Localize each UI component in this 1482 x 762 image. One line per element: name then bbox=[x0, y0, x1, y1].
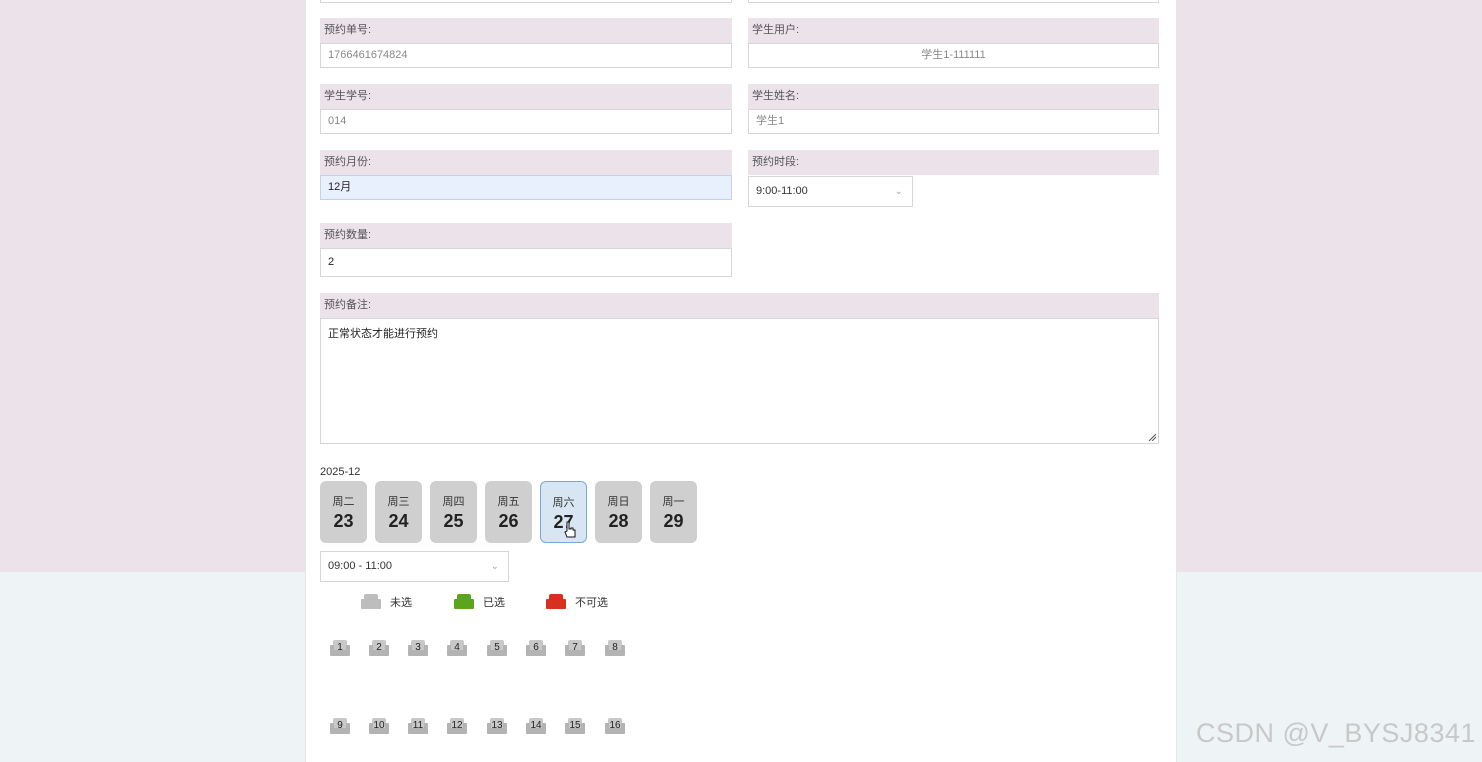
seat[interactable]: 1 bbox=[329, 639, 351, 659]
day-card[interactable]: 周五 26 bbox=[485, 481, 532, 543]
day-number: 29 bbox=[663, 511, 684, 531]
seat-number: 12 bbox=[451, 720, 463, 731]
day-number: 26 bbox=[498, 511, 519, 531]
time-slot-value: 09:00 - 11:00 bbox=[328, 560, 393, 572]
student-user-label: 学生用户: bbox=[748, 18, 1159, 43]
seat-number: 14 bbox=[530, 720, 542, 731]
day-number: 24 bbox=[388, 511, 409, 531]
day-weekday: 周六 bbox=[552, 497, 575, 509]
period-field: 预约时段: bbox=[748, 150, 1159, 175]
period-select[interactable]: 9:00-11:00 ⌄ bbox=[748, 176, 913, 207]
seat-number: 4 bbox=[454, 642, 460, 653]
seat[interactable]: 13 bbox=[486, 717, 508, 737]
day-card[interactable]: 周三 24 bbox=[375, 481, 422, 543]
day-weekday: 周一 bbox=[662, 496, 685, 508]
seat-unselected-icon bbox=[361, 594, 381, 609]
quantity-input[interactable]: 2 bbox=[320, 248, 732, 277]
order-no-field: 预约单号: 1766461674824 bbox=[320, 18, 732, 68]
quantity-field: 预约数量: 2 bbox=[320, 223, 732, 277]
day-card[interactable]: 周二 23 bbox=[320, 481, 367, 543]
seat[interactable]: 16 bbox=[604, 717, 626, 737]
seat[interactable]: 2 bbox=[368, 639, 390, 659]
day-weekday: 周五 bbox=[497, 496, 520, 508]
remark-label: 预约备注: bbox=[320, 293, 1159, 318]
legend-unselected-label: 未选 bbox=[390, 597, 412, 609]
day-weekday: 周三 bbox=[387, 496, 410, 508]
period-select-value: 9:00-11:00 bbox=[756, 185, 808, 197]
day-card[interactable]: 周日 28 bbox=[595, 481, 642, 543]
student-user-input[interactable]: 学生1-111111 bbox=[748, 43, 1159, 68]
chevron-down-icon: ⌄ bbox=[490, 561, 499, 572]
student-id-label: 学生学号: bbox=[320, 84, 732, 109]
month-input[interactable]: 12月 bbox=[320, 175, 732, 200]
remark-textarea[interactable]: 正常状态才能进行预约 bbox=[320, 318, 1159, 444]
seat[interactable]: 11 bbox=[407, 717, 429, 737]
seat[interactable]: 5 bbox=[486, 639, 508, 659]
day-weekday: 周四 bbox=[442, 496, 465, 508]
resize-grip-icon[interactable] bbox=[1148, 433, 1156, 441]
seat[interactable]: 3 bbox=[407, 639, 429, 659]
month-label: 预约月份: bbox=[320, 150, 732, 175]
month-field: 预约月份: 12月 bbox=[320, 150, 732, 200]
seat[interactable]: 4 bbox=[446, 639, 468, 659]
seat-number: 3 bbox=[415, 642, 421, 653]
watermark: CSDN @V_BYSJ8341 bbox=[1195, 718, 1476, 748]
seat[interactable]: 7 bbox=[564, 639, 586, 659]
seat-number: 15 bbox=[569, 720, 581, 731]
student-name-field: 学生姓名: 学生1 bbox=[748, 84, 1159, 134]
seat[interactable]: 8 bbox=[604, 639, 626, 659]
legend-unavailable: 不可选 bbox=[545, 592, 608, 612]
legend-selected: 已选 bbox=[453, 592, 505, 612]
seat-number: 11 bbox=[412, 720, 424, 731]
seat-number: 8 bbox=[612, 642, 618, 653]
quantity-label: 预约数量: bbox=[320, 223, 732, 248]
seat-number: 13 bbox=[491, 720, 503, 731]
seat[interactable]: 14 bbox=[525, 717, 547, 737]
seat-number: 2 bbox=[376, 642, 382, 653]
legend-unselected: 未选 bbox=[360, 592, 412, 612]
legend-unavailable-label: 不可选 bbox=[575, 597, 608, 609]
day-number: 28 bbox=[608, 511, 629, 531]
seat-number: 1 bbox=[337, 642, 343, 653]
order-no-input[interactable]: 1766461674824 bbox=[320, 43, 732, 68]
day-weekday: 周日 bbox=[607, 496, 630, 508]
day-number: 23 bbox=[333, 511, 354, 531]
legend-selected-label: 已选 bbox=[483, 597, 505, 609]
student-id-field: 学生学号: 014 bbox=[320, 84, 732, 134]
seat-number: 5 bbox=[494, 642, 500, 653]
day-card[interactable]: 周四 25 bbox=[430, 481, 477, 543]
seat[interactable]: 15 bbox=[564, 717, 586, 737]
day-weekday: 周二 bbox=[332, 496, 355, 508]
student-user-field: 学生用户: 学生1-111111 bbox=[748, 18, 1159, 68]
remark-field: 预约备注: bbox=[320, 293, 1159, 318]
student-name-label: 学生姓名: bbox=[748, 84, 1159, 109]
seat-selected-icon bbox=[454, 594, 474, 609]
seat-number: 9 bbox=[337, 720, 343, 731]
input-stub-left bbox=[320, 0, 732, 3]
remark-text: 正常状态才能进行预约 bbox=[328, 328, 438, 340]
seat-number: 16 bbox=[609, 720, 621, 731]
seat[interactable]: 10 bbox=[368, 717, 390, 737]
period-label: 预约时段: bbox=[748, 150, 1159, 175]
calendar-month: 2025-12 bbox=[320, 466, 361, 478]
chevron-down-icon: ⌄ bbox=[894, 186, 903, 197]
input-stub-right bbox=[748, 0, 1159, 3]
seat-number: 7 bbox=[572, 642, 578, 653]
student-id-input[interactable]: 014 bbox=[320, 109, 732, 134]
seat-number: 6 bbox=[533, 642, 539, 653]
seat[interactable]: 6 bbox=[525, 639, 547, 659]
student-name-input[interactable]: 学生1 bbox=[748, 109, 1159, 134]
order-no-label: 预约单号: bbox=[320, 18, 732, 43]
seat[interactable]: 9 bbox=[329, 717, 351, 737]
seat-unavailable-icon bbox=[546, 594, 566, 609]
time-slot-select[interactable]: 09:00 - 11:00 ⌄ bbox=[320, 551, 509, 582]
day-number: 25 bbox=[443, 511, 464, 531]
seat[interactable]: 12 bbox=[446, 717, 468, 737]
seat-number: 10 bbox=[373, 720, 385, 731]
day-card[interactable]: 周一 29 bbox=[650, 481, 697, 543]
hand-cursor-icon bbox=[564, 521, 576, 538]
